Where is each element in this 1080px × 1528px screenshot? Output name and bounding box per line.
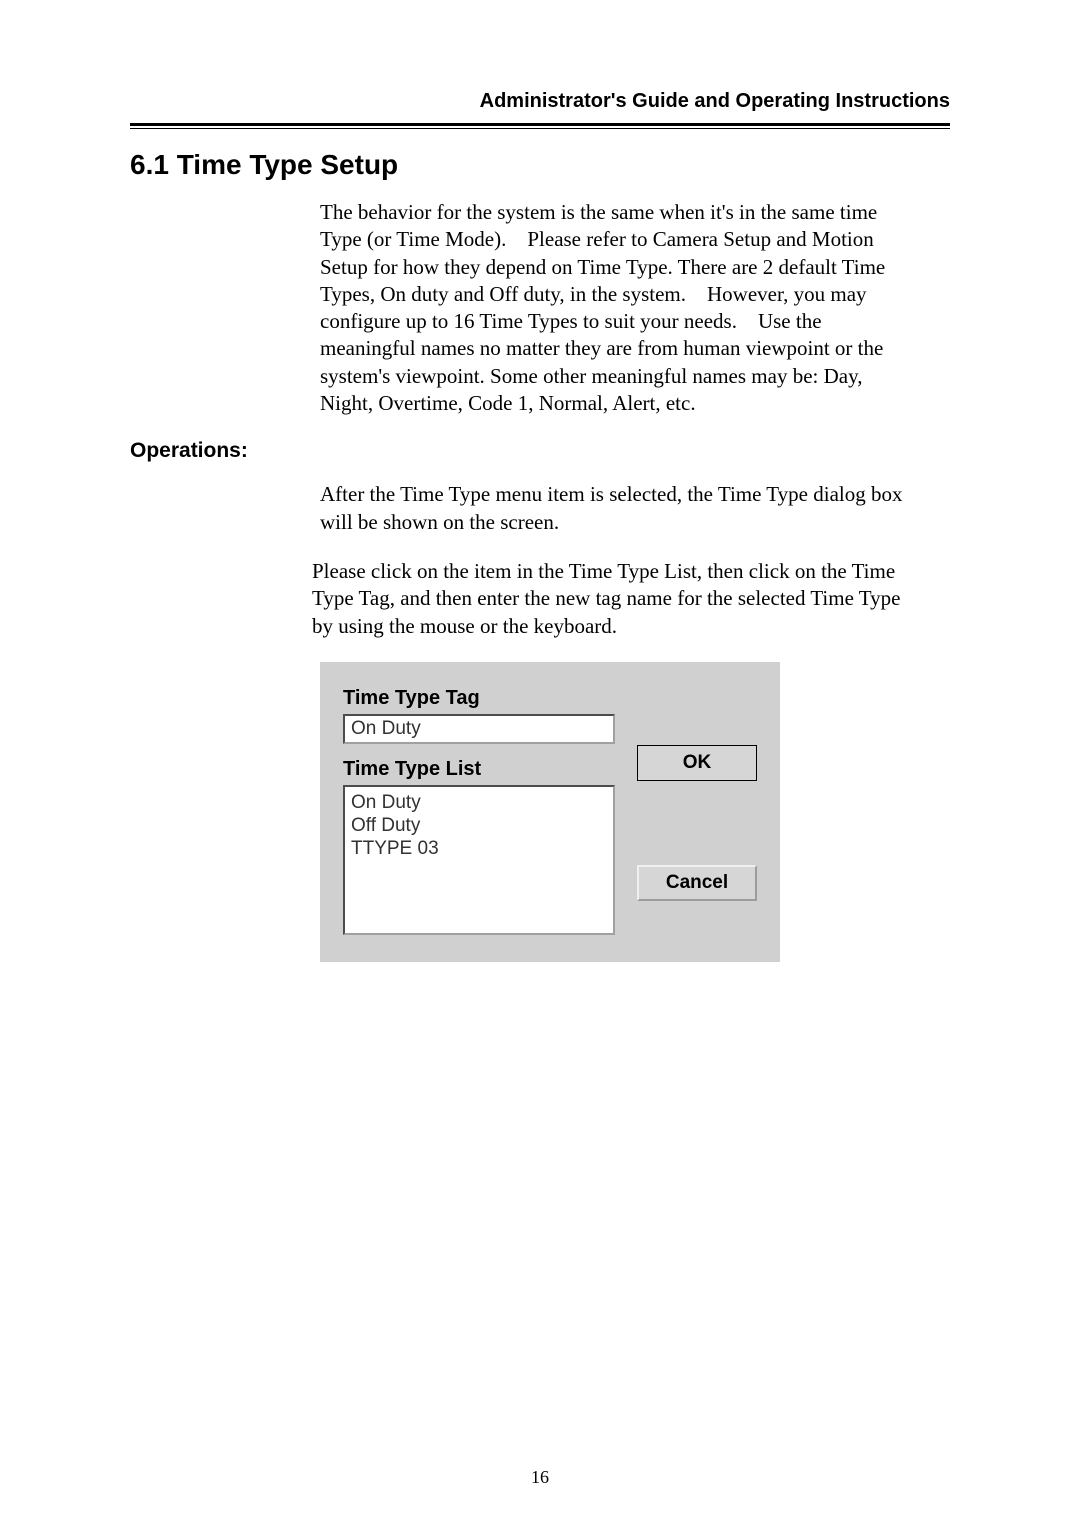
divider-thin [130,128,950,129]
time-type-tag-input[interactable] [343,714,615,744]
list-item[interactable]: Off Duty [351,814,607,837]
time-type-tag-label: Time Type Tag [343,687,615,710]
page-header: Administrator's Guide and Operating Inst… [130,90,950,113]
time-type-dialog: Time Type Tag Time Type List On Duty Off… [320,662,780,962]
page-number: 16 [0,1467,1080,1488]
time-type-listbox[interactable]: On Duty Off Duty TTYPE 03 [343,785,615,935]
time-type-list-label: Time Type List [343,758,615,781]
cancel-button[interactable]: Cancel [637,865,757,901]
divider-thick [130,123,950,126]
paragraph: After the Time Type menu item is selecte… [320,481,910,536]
operations-heading: Operations: [130,439,950,463]
paragraph: The behavior for the system is the same … [320,199,910,417]
section-title: 6.1 Time Type Setup [130,149,950,181]
ok-button[interactable]: OK [637,745,757,781]
ok-button-label: OK [683,752,712,773]
list-item[interactable]: On Duty [351,791,607,814]
list-item[interactable]: TTYPE 03 [351,837,607,860]
paragraph: Please click on the item in the Time Typ… [312,558,910,640]
